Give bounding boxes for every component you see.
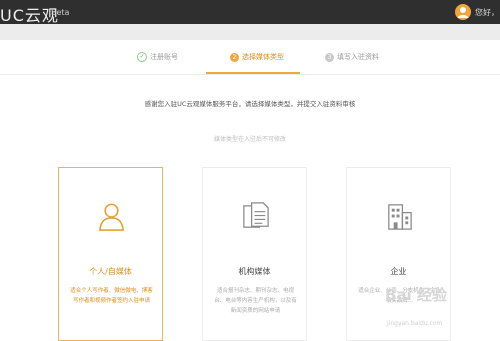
user-avatar-icon <box>457 7 469 18</box>
step-label: 选择媒体类型 <box>242 53 284 61</box>
step-register-account: ✓ 注册账号 <box>137 52 178 66</box>
watermark: Bai 经验 jingyan.baidu.com <box>385 276 500 341</box>
media-type-card-institution[interactable]: 机构媒体 适合报刊杂志、期刊杂志、电视台、电台等内容生产机构，以及有新闻资质的网… <box>202 167 307 341</box>
card-title: 个人/自媒体 <box>89 267 132 276</box>
step-label: 注册账号 <box>150 53 178 61</box>
watermark-logo: Bai 经验 <box>385 286 447 304</box>
media-type-card-personal[interactable]: 个人/自媒体 适合个人写作者、微信微电、博客写作者和视频作者签约入驻申请 <box>58 167 163 341</box>
notice-text: 媒体类型在入驻后不可修改 <box>213 136 286 143</box>
check-icon: ✓ <box>137 52 147 62</box>
card-title: 机构媒体 <box>238 267 271 276</box>
card-description: 适合个人写作者、微信微电、博客写作者和视频作者签约入驻申请 <box>70 288 153 304</box>
watermark-url: jingyan.baidu.com <box>387 320 443 327</box>
person-icon <box>98 203 125 231</box>
beta-badge: Beta <box>51 8 70 17</box>
building-icon <box>388 204 412 230</box>
step-select-media-type: 2 选择媒体类型 <box>230 52 284 66</box>
step-label: 填写入驻资料 <box>337 53 379 61</box>
step-fill-info: 3 填写入驻资料 <box>325 52 379 66</box>
active-step-indicator <box>206 72 300 74</box>
avatar[interactable] <box>455 4 471 20</box>
step-number: 2 <box>230 52 239 62</box>
sub-header <box>0 24 500 40</box>
intro-text: 感谢您入驻UC云观媒体服务平台，请选择媒体类型，并提交入驻资料审核 <box>144 100 356 108</box>
document-icon <box>243 202 269 228</box>
card-description: 适合报刊杂志、期刊杂志、电视台、电台等内容生产机构，以及有新闻资质的网站申请 <box>214 288 297 314</box>
top-bar: UC云观 Beta 您好， <box>0 0 500 25</box>
user-greeting[interactable]: 您好， <box>475 7 499 18</box>
step-progress: ✓ 注册账号 2 选择媒体类型 3 填写入驻资料 <box>0 40 500 75</box>
step-number: 3 <box>325 52 334 62</box>
